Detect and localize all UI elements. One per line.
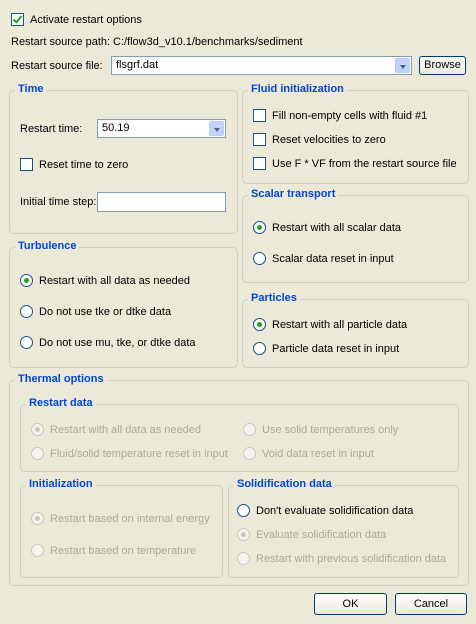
radio-icon[interactable] <box>31 512 44 525</box>
restart-source-file-label: Restart source file: <box>11 60 103 72</box>
init-internal-energy-label: Restart based on internal energy <box>50 512 210 525</box>
turb-no-tke-radio[interactable]: Do not use tke or dtke data <box>20 305 171 318</box>
radio-icon[interactable] <box>237 504 250 517</box>
fill-nonempty-checkbox[interactable]: Fill non-empty cells with fluid #1 <box>253 109 427 122</box>
restart-data-group: Restart data <box>20 397 459 472</box>
initialization-group-title: Initialization <box>26 478 96 490</box>
radio-icon[interactable] <box>31 544 44 557</box>
thermal-fluid-solid-reset-label: Fluid/solid temperature reset in input <box>50 447 228 460</box>
radio-icon[interactable] <box>20 274 33 287</box>
turb-restart-all-radio[interactable]: Restart with all data as needed <box>20 274 190 287</box>
activate-restart-check-icon[interactable] <box>11 13 24 26</box>
thermal-restart-all-label: Restart with all data as needed <box>50 423 202 436</box>
reset-time-checkbox[interactable]: Reset time to zero <box>20 158 128 171</box>
thermal-fluid-solid-reset-radio[interactable]: Fluid/solid temperature reset in input <box>31 447 228 460</box>
chevron-down-icon[interactable] <box>209 121 224 136</box>
ok-button[interactable]: OK <box>314 593 387 615</box>
cancel-button[interactable]: Cancel <box>395 593 467 615</box>
thermal-options-group-title: Thermal options <box>15 373 107 385</box>
particles-group-title: Particles <box>248 292 300 304</box>
scalar-transport-group: Scalar transport <box>242 188 469 283</box>
thermal-solid-temps-label: Use solid temperatures only <box>262 423 399 436</box>
restart-time-value: 50.19 <box>102 122 130 134</box>
activate-restart-checkbox[interactable]: Activate restart options <box>11 13 142 26</box>
radio-icon[interactable] <box>253 252 266 265</box>
init-temperature-label: Restart based on temperature <box>50 544 197 557</box>
radio-icon[interactable] <box>253 342 266 355</box>
solid-evaluate-radio[interactable]: Evaluate solidification data <box>237 528 386 541</box>
turb-restart-all-label: Restart with all data as needed <box>39 274 191 287</box>
thermal-void-reset-radio[interactable]: Void data reset in input <box>243 447 374 460</box>
reset-time-label: Reset time to zero <box>39 158 129 171</box>
solid-dont-evaluate-radio[interactable]: Don't evaluate solidification data <box>237 504 413 517</box>
reset-velocities-check-icon[interactable] <box>253 133 266 146</box>
particles-restart-all-label: Restart with all particle data <box>272 318 408 331</box>
chevron-down-icon[interactable] <box>395 58 410 73</box>
solid-restart-previous-label: Restart with previous solidification dat… <box>256 552 447 565</box>
restart-data-group-title: Restart data <box>26 397 96 409</box>
radio-icon[interactable] <box>243 447 256 460</box>
solidification-group-title: Solidification data <box>234 478 335 490</box>
thermal-solid-temps-radio[interactable]: Use solid temperatures only <box>243 423 398 436</box>
particles-reset-input-label: Particle data reset in input <box>272 342 400 355</box>
init-temperature-radio[interactable]: Restart based on temperature <box>31 544 196 557</box>
reset-velocities-checkbox[interactable]: Reset velocities to zero <box>253 133 386 146</box>
turb-no-mu-radio[interactable]: Do not use mu, tke, or dtke data <box>20 336 196 349</box>
restart-source-file-value: flsgrf.dat <box>116 59 159 71</box>
solid-dont-evaluate-label: Don't evaluate solidification data <box>256 504 414 517</box>
browse-button[interactable]: Browse <box>419 56 466 75</box>
radio-icon[interactable] <box>31 423 44 436</box>
fluid-init-group-title: Fluid initialization <box>248 83 347 95</box>
particles-group: Particles <box>242 292 469 368</box>
activate-restart-label: Activate restart options <box>30 13 142 26</box>
radio-icon[interactable] <box>31 447 44 460</box>
use-f-vf-check-icon[interactable] <box>253 157 266 170</box>
radio-icon[interactable] <box>237 552 250 565</box>
restart-source-path-value: C:/flow3d_v10.1/benchmarks/sediment <box>113 36 303 48</box>
radio-icon[interactable] <box>253 318 266 331</box>
solid-restart-previous-radio[interactable]: Restart with previous solidification dat… <box>237 552 446 565</box>
time-group-title: Time <box>15 83 47 95</box>
fill-nonempty-check-icon[interactable] <box>253 109 266 122</box>
reset-velocities-label: Reset velocities to zero <box>272 133 386 146</box>
particles-reset-input-radio[interactable]: Particle data reset in input <box>253 342 399 355</box>
thermal-void-reset-label: Void data reset in input <box>262 447 374 460</box>
radio-icon[interactable] <box>243 423 256 436</box>
turbulence-group-title: Turbulence <box>15 240 80 252</box>
scalar-reset-input-label: Scalar data reset in input <box>272 252 394 265</box>
radio-icon[interactable] <box>20 305 33 318</box>
restart-time-label: Restart time: <box>20 123 83 135</box>
fill-nonempty-label: Fill non-empty cells with fluid #1 <box>272 109 428 122</box>
restart-source-file-combo[interactable]: flsgrf.dat <box>111 56 412 75</box>
turb-no-mu-label: Do not use mu, tke, or dtke data <box>39 336 196 349</box>
scalar-transport-group-title: Scalar transport <box>248 188 339 200</box>
solid-evaluate-label: Evaluate solidification data <box>256 528 387 541</box>
initial-time-step-label: Initial time step: <box>20 196 97 208</box>
reset-time-check-icon[interactable] <box>20 158 33 171</box>
radio-icon[interactable] <box>253 221 266 234</box>
use-f-vf-label: Use F * VF from the restart source file <box>272 157 457 170</box>
scalar-reset-input-radio[interactable]: Scalar data reset in input <box>253 252 394 265</box>
initial-time-step-input[interactable] <box>97 192 226 212</box>
radio-icon[interactable] <box>237 528 250 541</box>
restart-source-path-label: Restart source path: <box>11 36 111 48</box>
init-internal-energy-radio[interactable]: Restart based on internal energy <box>31 512 210 525</box>
radio-icon[interactable] <box>20 336 33 349</box>
restart-time-combo[interactable]: 50.19 <box>97 119 226 138</box>
initialization-group: Initialization <box>20 478 223 578</box>
scalar-restart-all-radio[interactable]: Restart with all scalar data <box>253 221 401 234</box>
turb-no-tke-label: Do not use tke or dtke data <box>39 305 172 318</box>
thermal-restart-all-radio[interactable]: Restart with all data as needed <box>31 423 201 436</box>
particles-restart-all-radio[interactable]: Restart with all particle data <box>253 318 407 331</box>
scalar-restart-all-label: Restart with all scalar data <box>272 221 401 234</box>
use-f-vf-checkbox[interactable]: Use F * VF from the restart source file <box>253 157 457 170</box>
